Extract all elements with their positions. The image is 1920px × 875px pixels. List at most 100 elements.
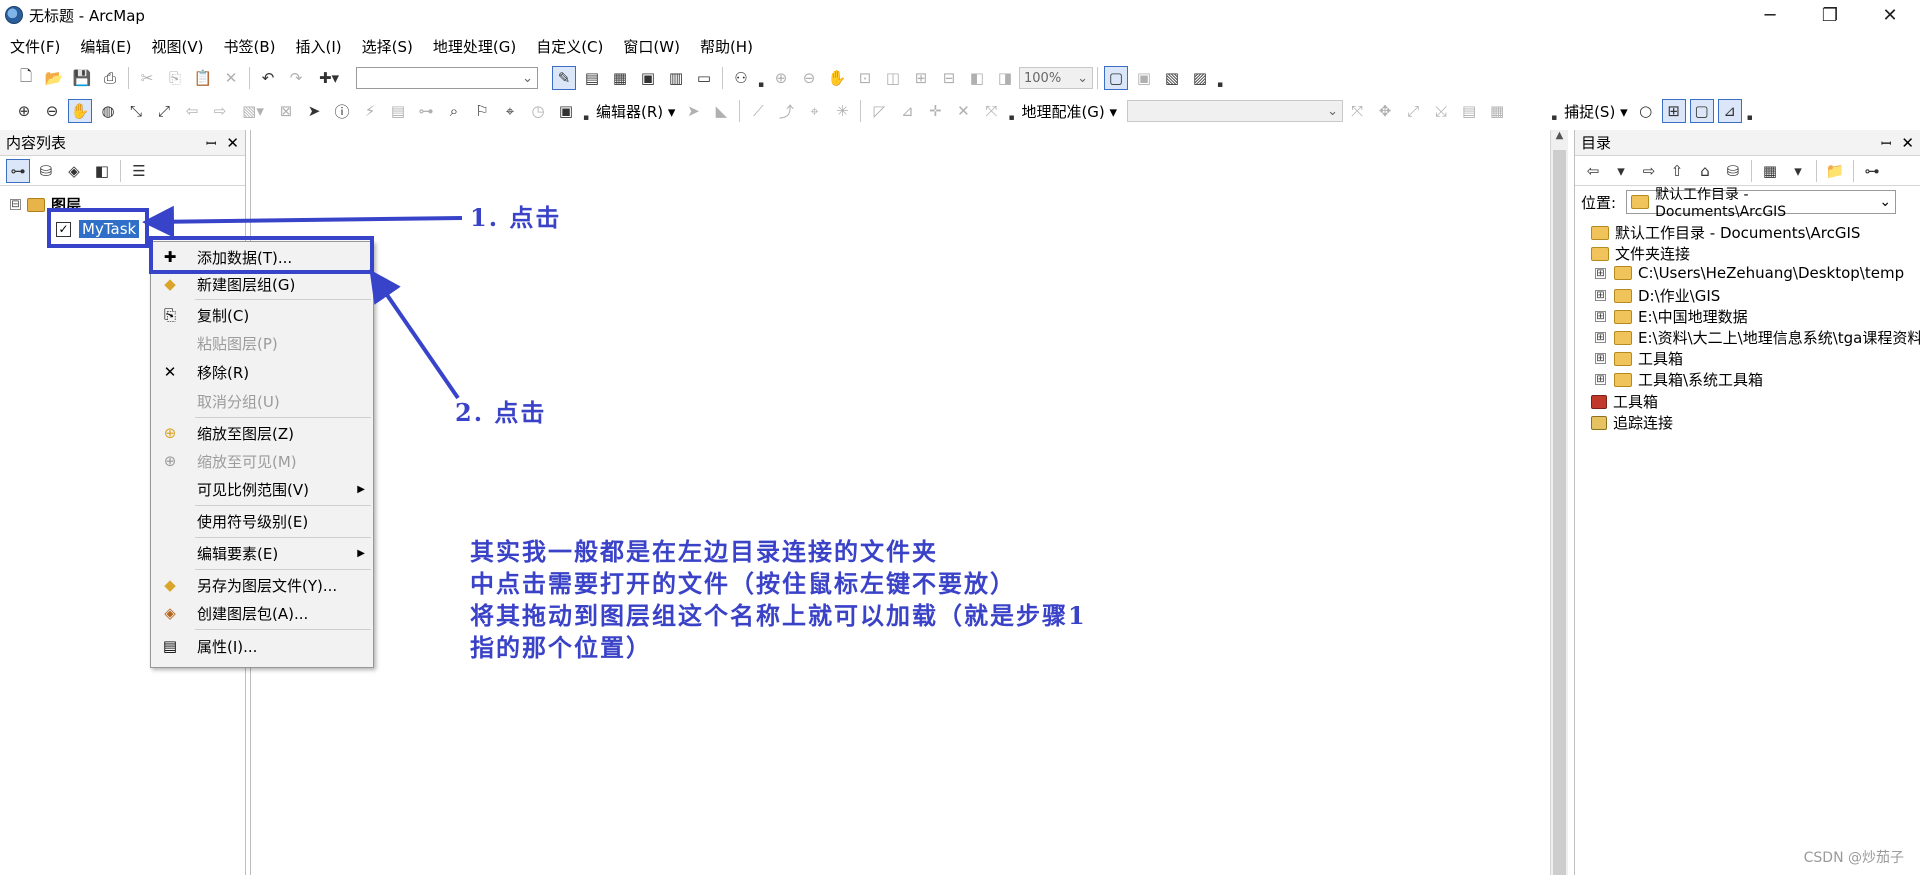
toggle-contents-icon[interactable]: ⊶ bbox=[1860, 159, 1884, 183]
toolbar-grip[interactable]: ▪ bbox=[1217, 66, 1223, 90]
data-driven-pages-icon[interactable]: ▨ bbox=[1188, 66, 1212, 90]
catalog-home-folder[interactable]: 默认工作目录 - Documents\ArcGIS bbox=[1591, 222, 1860, 243]
shift-georef-icon[interactable]: ✥ bbox=[1373, 99, 1397, 123]
menu-item-create-layer-package[interactable]: ◈ 创建图层包(A)... bbox=[151, 600, 373, 626]
go-forward-icon[interactable]: ⇨ bbox=[208, 99, 232, 123]
back-dropdown-icon[interactable]: ▾ bbox=[1609, 159, 1633, 183]
model-tool-icon[interactable]: ⚇ bbox=[729, 66, 753, 90]
zoom-in-icon[interactable]: ⊕ bbox=[12, 99, 36, 123]
vertex-snapping-icon[interactable]: ▢ bbox=[1689, 99, 1714, 123]
catalog-window-icon[interactable]: ▤ bbox=[580, 66, 604, 90]
paste-icon[interactable]: 📋 bbox=[191, 66, 215, 90]
html-popup-icon[interactable]: ▤ bbox=[386, 99, 410, 123]
menu-item-remove[interactable]: ✕ 移除(R) bbox=[151, 359, 373, 385]
new-document-icon[interactable]: 🗋 bbox=[14, 66, 38, 90]
menu-geoprocessing[interactable]: 地理处理(G) bbox=[423, 36, 526, 57]
go-back-icon[interactable]: ⇦ bbox=[180, 99, 204, 123]
menu-item-ungroup[interactable]: 取消分组(U) bbox=[151, 388, 373, 414]
menu-item-visible-scale-range[interactable]: 可见比例范围(V) ▶ bbox=[151, 476, 373, 502]
expand-icon[interactable]: ⊞ bbox=[1595, 374, 1606, 385]
menu-help[interactable]: 帮助(H) bbox=[690, 36, 763, 57]
menu-item-zoom-to-visible[interactable]: ⊕ 缩放至可见(M) bbox=[151, 448, 373, 474]
toolbar-grip[interactable]: ▪ bbox=[1551, 99, 1557, 123]
menu-insert[interactable]: 插入(I) bbox=[286, 36, 352, 57]
menu-item-edit-features[interactable]: 编辑要素(E) ▶ bbox=[151, 540, 373, 566]
create-viewer-window-icon[interactable]: ▣ bbox=[554, 99, 578, 123]
home-icon[interactable]: ⌂ bbox=[1693, 159, 1717, 183]
connect-to-folder-icon[interactable]: 📁 bbox=[1823, 159, 1847, 183]
menu-item-paste-layer[interactable]: 粘贴图层(P) bbox=[151, 330, 373, 356]
go-to-xy-icon[interactable]: ⌖ bbox=[498, 99, 522, 123]
catalog-close-icon[interactable]: ✕ bbox=[1901, 134, 1914, 152]
catalog-folder-item[interactable]: ⊞ E:\资料\大二上\地理信息系统\tga课程资料 bbox=[1595, 327, 1920, 348]
layout-zoom-out-icon[interactable]: ⊖ bbox=[797, 66, 821, 90]
copy-icon[interactable]: ⎘ bbox=[163, 66, 187, 90]
catalog-folder-item[interactable]: ⊞ 工具箱\系统工具箱 bbox=[1595, 369, 1763, 390]
list-by-drawing-order-icon[interactable]: ⊶ bbox=[6, 158, 30, 183]
edit-vertices-icon[interactable]: ◸ bbox=[867, 99, 891, 123]
catalog-folder-item[interactable]: ⊞ E:\中国地理数据 bbox=[1595, 306, 1748, 327]
editor-menu[interactable]: 编辑器(R) ▾ bbox=[592, 101, 679, 122]
find-route-icon[interactable]: ⚐ bbox=[470, 99, 494, 123]
rotate-georef-icon[interactable]: ⤧ bbox=[1345, 99, 1369, 123]
auto-registration-icon[interactable]: ⤩ bbox=[1429, 99, 1453, 123]
print-icon[interactable]: ⎙ bbox=[98, 66, 122, 90]
modelbuilder-icon[interactable]: ▭ bbox=[692, 66, 716, 90]
menu-item-zoom-to-layer[interactable]: ⊕ 缩放至图层(Z) bbox=[151, 420, 373, 446]
catalog-folder-item[interactable]: ⊞ C:\Users\HeZehuang\Desktop\temp bbox=[1595, 264, 1904, 282]
map-scale-combo[interactable]: ⌄ bbox=[356, 67, 538, 89]
straight-segment-icon[interactable]: ⟋ bbox=[746, 99, 770, 123]
viewer-icon[interactable]: ▦ bbox=[1485, 99, 1509, 123]
view-dropdown-icon[interactable]: ▾ bbox=[1786, 159, 1810, 183]
back-icon[interactable]: ⇦ bbox=[1581, 159, 1605, 183]
time-slider-icon[interactable]: ◷ bbox=[526, 99, 550, 123]
list-by-visibility-icon[interactable]: ◈ bbox=[62, 159, 86, 183]
add-control-points-icon[interactable]: ⤢ bbox=[1401, 99, 1425, 123]
focus-data-frame-icon[interactable]: ▣ bbox=[1132, 66, 1156, 90]
pin-icon[interactable]: ꟷ bbox=[1881, 134, 1892, 152]
python-window-icon[interactable]: ▥ bbox=[664, 66, 688, 90]
arctoolbox-icon[interactable]: ▣ bbox=[636, 66, 660, 90]
toggle-draft-mode-icon[interactable]: ▢ bbox=[1104, 66, 1128, 90]
edge-snapping-icon[interactable]: ⊿ bbox=[1717, 99, 1742, 123]
expand-icon[interactable]: ⊞ bbox=[1595, 332, 1606, 343]
split-icon[interactable]: ✕ bbox=[951, 99, 975, 123]
layout-pan-icon[interactable]: ✋ bbox=[825, 66, 849, 90]
menu-item-properties[interactable]: ▤ 属性(I)... bbox=[151, 633, 373, 659]
save-icon[interactable]: 💾 bbox=[70, 66, 94, 90]
measure-icon[interactable]: ⊶ bbox=[414, 99, 438, 123]
menu-file[interactable]: 文件(F) bbox=[0, 36, 70, 57]
fixed-zoom-out-icon[interactable]: ⤢ bbox=[152, 99, 176, 123]
delete-icon[interactable]: ✕ bbox=[219, 66, 243, 90]
pan-icon[interactable]: ✋ bbox=[68, 99, 92, 123]
menu-item-copy[interactable]: ⎘ 复制(C) bbox=[151, 302, 373, 328]
search-window-icon[interactable]: ▦ bbox=[608, 66, 632, 90]
catalog-toolboxes[interactable]: 工具箱 bbox=[1591, 391, 1658, 412]
fixed-zoom-in-icon[interactable]: ⤡ bbox=[124, 99, 148, 123]
catalog-folder-item[interactable]: ⊞ D:\作业\GIS bbox=[1595, 285, 1720, 306]
up-one-level-icon[interactable]: ⇧ bbox=[1665, 159, 1689, 183]
catalog-folder-item[interactable]: ⊞ 工具箱 bbox=[1595, 348, 1683, 369]
zoom-percent-combo[interactable]: 100% ⌄ bbox=[1019, 67, 1093, 89]
redo-icon[interactable]: ↷ bbox=[284, 66, 308, 90]
cut-polygons-icon[interactable]: ✛ bbox=[923, 99, 947, 123]
map-display[interactable] bbox=[250, 130, 1550, 875]
toc-close-icon[interactable]: ✕ bbox=[226, 134, 239, 152]
view-options-icon[interactable]: ▦ bbox=[1758, 159, 1782, 183]
close-button[interactable]: ✕ bbox=[1860, 0, 1920, 30]
zoom-whole-page-icon[interactable]: ⊡ bbox=[853, 66, 877, 90]
edit-annotation-icon[interactable]: ◣ bbox=[709, 99, 733, 123]
point-icon[interactable]: ✳ bbox=[830, 99, 854, 123]
catalog-folder-connections[interactable]: 文件夹连接 bbox=[1591, 243, 1690, 264]
toolbar-grip[interactable]: ▪ bbox=[583, 99, 589, 123]
toolbar-grip[interactable]: ▪ bbox=[1008, 99, 1014, 123]
reshape-icon[interactable]: ⊿ bbox=[895, 99, 919, 123]
snapping-menu[interactable]: 捕捉(S) ▾ bbox=[1560, 101, 1632, 122]
expand-icon[interactable]: ⊞ bbox=[1595, 353, 1606, 364]
select-features-icon[interactable]: ▧▾ bbox=[236, 99, 270, 123]
previous-extent-icon[interactable]: ◧ bbox=[965, 66, 989, 90]
menu-selection[interactable]: 选择(S) bbox=[352, 36, 423, 57]
end-snapping-icon[interactable]: ⊞ bbox=[1661, 99, 1686, 123]
change-layout-icon[interactable]: ▧ bbox=[1160, 66, 1184, 90]
menu-item-use-symbol-levels[interactable]: 使用符号级别(E) bbox=[151, 508, 373, 534]
